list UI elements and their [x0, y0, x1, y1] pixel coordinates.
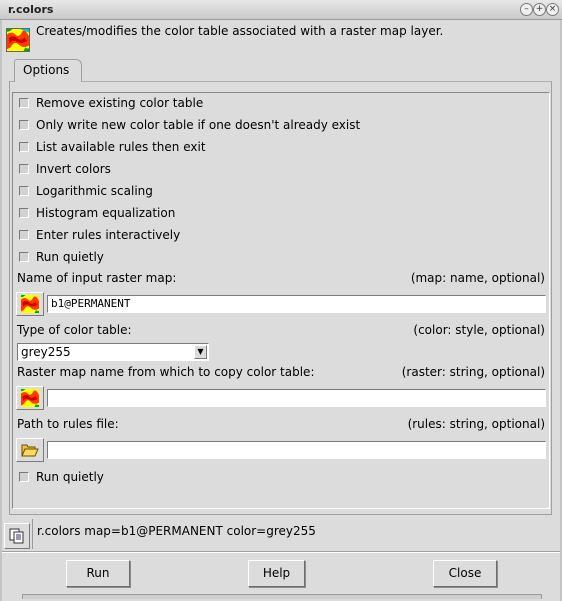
- color-type-select[interactable]: grey255 ▼: [17, 343, 209, 361]
- checkbox-label: Only write new color table if one doesn'…: [36, 118, 361, 132]
- checkbox-box[interactable]: [19, 472, 29, 482]
- tab-options[interactable]: Options: [14, 59, 82, 82]
- checkbox-label: Remove existing color table: [36, 96, 204, 110]
- run-button[interactable]: Run: [66, 560, 130, 587]
- raster-map-icon: [6, 28, 30, 52]
- rules-file-label: Path to rules file:: [17, 417, 119, 431]
- select-input-map-button[interactable]: [16, 292, 44, 316]
- checkbox-label: Logarithmic scaling: [36, 184, 153, 198]
- checkbox-box[interactable]: [19, 208, 29, 218]
- close-button[interactable]: Close: [433, 560, 497, 587]
- checkbox-box[interactable]: [19, 98, 29, 108]
- copy-command-icon: [9, 528, 24, 544]
- raster-map-icon: [21, 295, 39, 313]
- checkbox-label: Run quietly: [36, 250, 104, 264]
- module-description: Creates/modifies the color table associa…: [36, 24, 444, 38]
- folder-open-icon: [21, 444, 39, 457]
- copy-command-button[interactable]: [4, 523, 30, 549]
- checkbox-box[interactable]: [19, 252, 29, 262]
- checkbox-box[interactable]: [19, 230, 29, 240]
- checkbox-label: List available rules then exit: [36, 140, 206, 154]
- color-type-hint: (color: style, optional): [413, 323, 545, 337]
- rules-file-hint: (rules: string, optional): [407, 417, 545, 431]
- select-copy-raster-button[interactable]: [16, 386, 44, 410]
- checkbox-box[interactable]: [19, 186, 29, 196]
- chevron-down-icon[interactable]: ▼: [194, 345, 207, 359]
- copy-raster-hint: (raster: string, optional): [401, 365, 545, 379]
- tab-options-label: Options: [23, 63, 70, 77]
- command-preview: r.colors map=b1@PERMANENT color=grey255: [32, 519, 560, 549]
- color-type-value: grey255: [21, 345, 71, 359]
- checkbox-label: Enter rules interactively: [36, 228, 181, 242]
- minimize-icon[interactable]: –: [520, 3, 533, 16]
- close-window-icon[interactable]: ×: [546, 3, 559, 16]
- checkbox-label: Invert colors: [36, 162, 111, 176]
- checkbox-box[interactable]: [19, 164, 29, 174]
- status-bar: [22, 594, 542, 599]
- raster-map-icon: [21, 389, 39, 407]
- separator: [2, 551, 560, 553]
- checkbox-label: Run quietly: [36, 470, 104, 484]
- copy-raster-field[interactable]: [47, 389, 546, 407]
- checkbox-box[interactable]: [19, 142, 29, 152]
- title-bar: r.colors – + ×: [0, 0, 562, 20]
- copy-raster-label: Raster map name from which to copy color…: [17, 365, 315, 379]
- input-map-hint: (map: name, optional): [410, 271, 545, 285]
- color-type-label: Type of color table:: [17, 323, 132, 337]
- checkbox-label: Histogram equalization: [36, 206, 176, 220]
- command-area: r.colors map=b1@PERMANENT color=grey255: [0, 519, 562, 551]
- input-map-field[interactable]: b1@PERMANENT: [47, 295, 546, 313]
- maximize-icon[interactable]: +: [533, 3, 546, 16]
- checkbox-box[interactable]: [19, 120, 29, 130]
- window-title: r.colors: [8, 3, 54, 16]
- input-map-label: Name of input raster map:: [17, 271, 177, 285]
- rules-file-field[interactable]: [47, 441, 546, 459]
- help-button[interactable]: Help: [248, 560, 305, 587]
- browse-rules-file-button[interactable]: [16, 438, 44, 462]
